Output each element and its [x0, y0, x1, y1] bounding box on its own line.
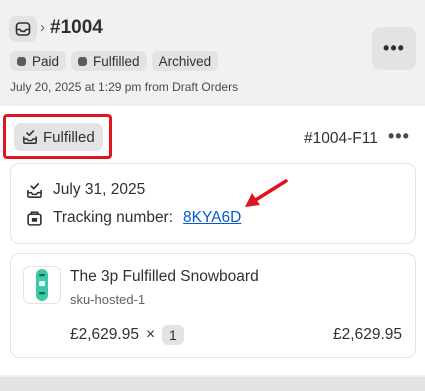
fulfillment-status-badge: Fulfilled [71, 51, 147, 71]
line-total: £2,629.95 [333, 326, 402, 343]
tracking-number-link[interactable]: 8KYA6D [183, 209, 241, 227]
status-dot-icon [17, 56, 26, 66]
fulfillment-date-row: July 31, 2025 [26, 181, 145, 199]
price-quantity-row: £2,629.95 × 1 [70, 325, 184, 345]
inbox-icon [15, 22, 31, 36]
line-item: The 3p Fulfilled Snowboard sku-hosted-1 … [10, 253, 416, 358]
order-header: › #1004 Paid Fulfilled Archived July 20,… [0, 0, 425, 104]
annotation-highlight-box [3, 114, 112, 159]
tracking-icon [27, 211, 42, 226]
tracking-number-row: Tracking number: 8KYA6D [26, 209, 241, 227]
fulfillment-card: Fulfilled #1004-F11 ••• July 31, 2025 Tr… [0, 106, 425, 375]
payment-status-badge: Paid [10, 51, 67, 71]
breadcrumb-chevron-icon: › [40, 19, 45, 36]
product-title-link[interactable]: The 3p Fulfilled Snowboard [70, 268, 259, 286]
order-status-badges: Paid Fulfilled Archived [10, 51, 219, 71]
snowboard-thumbnail [36, 269, 48, 301]
tracking-label: Tracking number: [53, 209, 174, 226]
more-actions-button[interactable]: ••• [372, 27, 416, 70]
status-dot-icon [78, 56, 88, 66]
badge-label: Fulfilled [93, 53, 140, 69]
badge-label: Archived [158, 53, 212, 69]
fulfilled-box-icon [27, 182, 42, 198]
page-title: #1004 [50, 17, 103, 38]
orders-back-button[interactable] [9, 16, 37, 42]
more-dots-icon: ••• [383, 38, 405, 58]
fulfillment-more-button[interactable]: ••• [388, 126, 410, 147]
archived-badge: Archived [151, 51, 219, 71]
order-date-source: July 20, 2025 at 1:29 pm from Draft Orde… [10, 80, 239, 94]
product-sku: sku-hosted-1 [70, 292, 146, 307]
next-section-edge [0, 377, 425, 391]
quantity-badge: 1 [162, 325, 184, 345]
times-sign: × [145, 326, 156, 343]
fulfillment-id: #1004-F11 [304, 130, 378, 147]
annotation-arrow-icon [245, 179, 288, 207]
product-thumbnail[interactable] [23, 266, 61, 304]
fulfillment-date: July 31, 2025 [53, 181, 146, 198]
tracking-details: July 31, 2025 Tracking number: 8KYA6D [10, 163, 416, 244]
unit-price: £2,629.95 [70, 326, 139, 343]
badge-label: Paid [32, 53, 60, 69]
